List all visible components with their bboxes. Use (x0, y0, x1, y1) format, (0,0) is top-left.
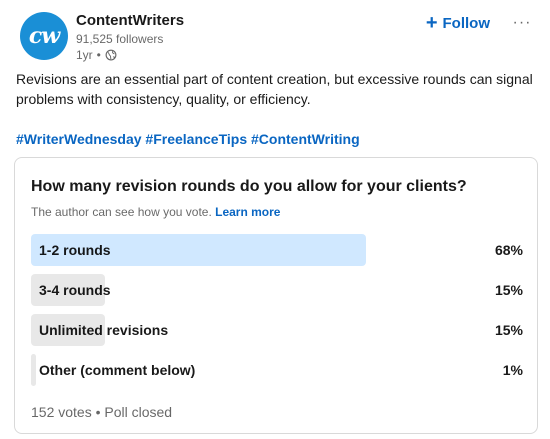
poll-option-label: Unlimited revisions (39, 322, 169, 338)
poll-option-percent: 1% (502, 362, 523, 378)
post-header: cw ContentWriters 91,525 followers 1yr •… (16, 12, 534, 64)
poll-option: 3-4 rounds 15% (31, 274, 523, 306)
author-name[interactable]: ContentWriters (76, 12, 184, 30)
poll-option-label: Other (comment below) (39, 362, 196, 378)
company-logo[interactable]: cw (20, 12, 68, 60)
poll-option-percent: 68% (494, 242, 523, 258)
poll-summary: 152 votes • Poll closed (31, 404, 173, 420)
poll-option: Other (comment below) 1% (31, 354, 523, 386)
more-options-button[interactable]: ··· (510, 12, 534, 34)
follower-count: 91,525 followers (76, 32, 164, 46)
post-meta: 1yr • (76, 47, 184, 63)
poll-privacy-note: The author can see how you vote. Learn m… (31, 204, 280, 220)
plus-icon: + (425, 12, 438, 34)
poll-option: 1-2 rounds 68% (31, 234, 523, 266)
poll-option: Unlimited revisions 15% (31, 314, 523, 346)
meta-separator: • (96, 48, 101, 62)
follow-label: Follow (442, 14, 491, 32)
poll-note-text: The author can see how you vote. (31, 205, 212, 219)
hashtag-link[interactable]: #WriterWednesday (16, 131, 142, 147)
poll-card: How many revision rounds do you allow fo… (14, 157, 538, 434)
poll-option-percent: 15% (494, 322, 523, 338)
more-icon: ··· (512, 14, 532, 31)
post-body: Revisions are an essential part of conte… (16, 71, 533, 107)
poll-option-percent: 15% (494, 282, 523, 298)
poll-option-label: 3-4 rounds (39, 282, 111, 298)
poll-result-bar (31, 354, 36, 386)
globe-icon (105, 49, 117, 61)
hashtag-link[interactable]: #ContentWriting (251, 131, 360, 147)
hashtag-link[interactable]: #FreelanceTips (145, 131, 247, 147)
learn-more-link[interactable]: Learn more (215, 205, 280, 219)
follow-button[interactable]: + Follow (426, 12, 490, 34)
author-info: ContentWriters 91,525 followers 1yr • (76, 12, 184, 63)
poll-option-label: 1-2 rounds (39, 242, 111, 258)
poll-question: How many revision rounds do you allow fo… (31, 178, 467, 195)
post-age: 1yr (76, 48, 93, 62)
hashtag-list: #WriterWednesday #FreelanceTips #Content… (16, 129, 360, 149)
